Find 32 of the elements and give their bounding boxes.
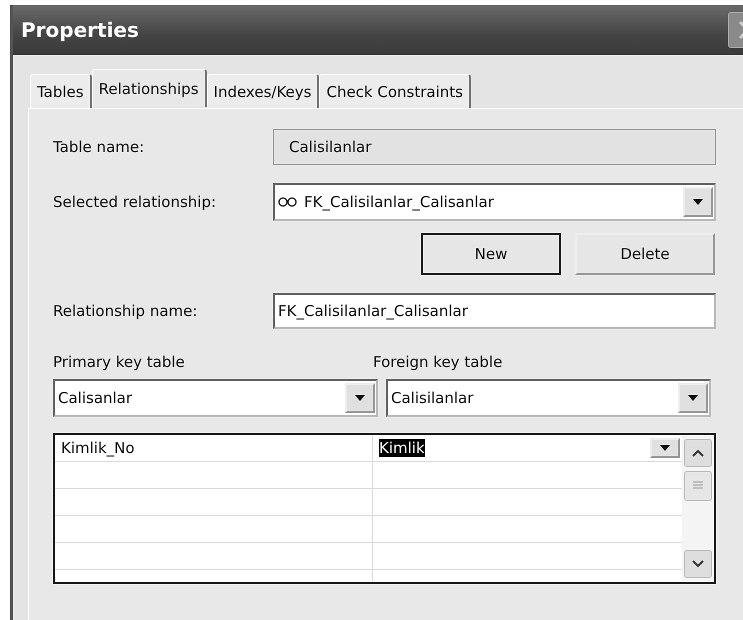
scroll-thumb[interactable] (684, 471, 712, 501)
field-label: Relationship name: (53, 302, 198, 320)
dropdown-arrow-icon (355, 395, 365, 401)
chevron-up-icon (692, 449, 704, 457)
dialog-button[interactable]: New (421, 233, 561, 275)
dropdown-arrow-icon (660, 445, 670, 451)
tab[interactable]: Check Constraints (319, 74, 471, 108)
scrollbar[interactable] (682, 435, 714, 582)
dropdown[interactable]: Calisilanlar (386, 379, 711, 417)
input-field[interactable]: Calisilanlar (273, 129, 716, 165)
tab[interactable]: Tables (30, 74, 92, 108)
table-cell[interactable]: Kimlik_No (55, 435, 373, 461)
dialog-button[interactable]: Delete (575, 233, 715, 275)
grip-icon (692, 481, 704, 491)
input-field[interactable]: FK_Calisilanlar_Calisanlar (273, 293, 716, 329)
window-title: Properties (21, 18, 139, 42)
dropdown-arrow-icon (693, 199, 703, 205)
field-label: Primary key table (53, 353, 186, 371)
field-label: Selected relationship: (53, 193, 218, 211)
dropdown[interactable]: FK_Calisilanlar_Calisanlar (273, 183, 716, 221)
scroll-down-button[interactable] (684, 550, 712, 578)
cell-text[interactable]: Kimlik (379, 439, 425, 457)
tab[interactable]: Relationships (92, 69, 207, 107)
cell-dropdown-button[interactable] (650, 438, 680, 458)
dropdown-arrow-icon (688, 395, 698, 401)
chevron-down-icon (692, 560, 704, 568)
field-label: Table name: (53, 138, 146, 156)
tab[interactable]: Indexes/Keys (206, 74, 320, 108)
field-label: Foreign key table (373, 353, 504, 371)
dropdown[interactable]: Calisanlar (53, 379, 378, 417)
scroll-up-button[interactable] (684, 439, 712, 467)
infinity-icon (278, 197, 298, 207)
